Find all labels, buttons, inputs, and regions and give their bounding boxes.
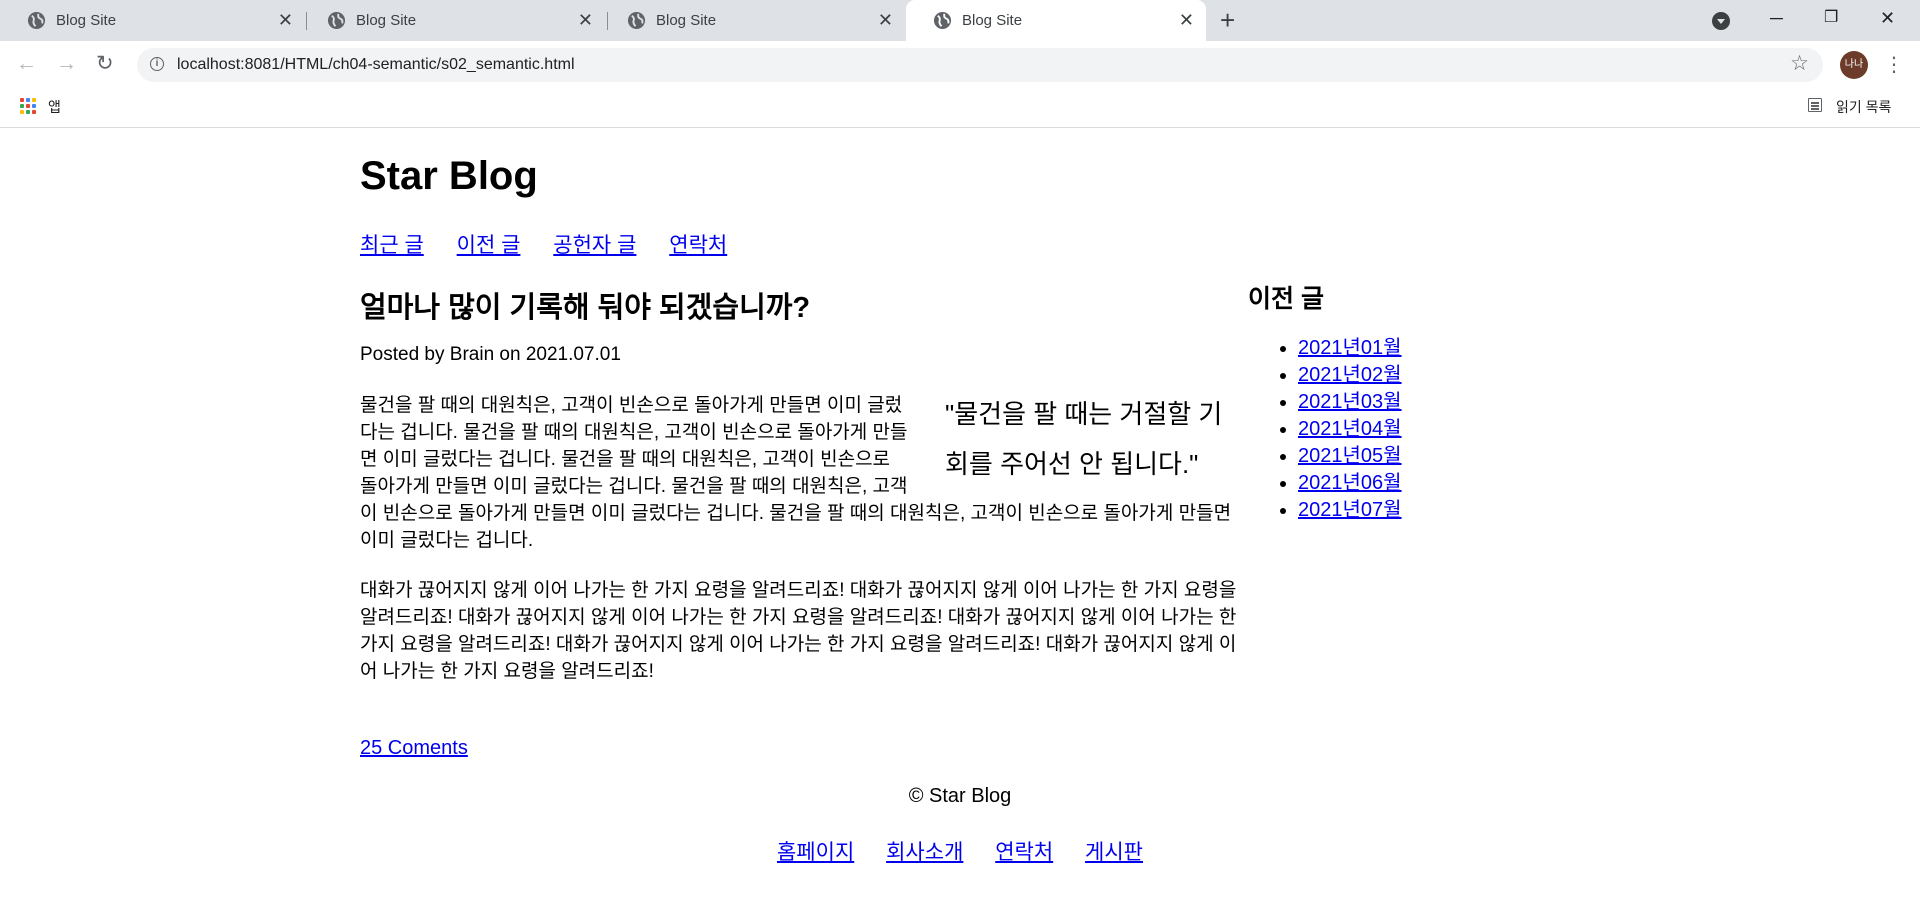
restore-icon[interactable]: ❐ [1824, 6, 1838, 30]
footer-nav: 홈페이지 회사소개 연락처 게시판 [0, 836, 1920, 866]
close-icon[interactable]: ✕ [578, 10, 593, 30]
url-text[interactable]: localhost:8081/HTML/ch04-semantic/s02_se… [177, 56, 575, 74]
browser-tab[interactable]: Blog Site ✕ [300, 0, 605, 41]
nav-link-contact[interactable]: 연락처 [669, 234, 727, 257]
footer-link-home[interactable]: 홈페이지 [777, 841, 854, 864]
back-arrow-icon[interactable]: ← [16, 52, 37, 76]
archive-link[interactable]: 2021년05월 [1298, 445, 1402, 467]
archive-link[interactable]: 2021년04월 [1298, 418, 1402, 440]
nav-link-contributors[interactable]: 공헌자 글 [553, 234, 636, 257]
browser-tab[interactable]: Blog Site ✕ [0, 0, 305, 41]
more-menu-icon[interactable]: ⋮ [1884, 51, 1904, 79]
archive-list: 2021년01월 2021년02월 2021년03월 2021년04월 2021… [1248, 335, 1402, 524]
minimize-icon[interactable]: ─ [1770, 6, 1783, 30]
list-item: 2021년04월 [1298, 416, 1402, 443]
site-title: Star Blog [360, 154, 538, 198]
browser-tab-active[interactable]: Blog Site ✕ [906, 0, 1206, 48]
close-icon[interactable]: ✕ [878, 10, 893, 30]
tab-title: Blog Site [356, 12, 417, 29]
globe-icon [933, 11, 952, 30]
main-nav: 최근 글 이전 글 공헌자 글 연락처 [360, 229, 754, 259]
apps-bookmark[interactable]: 앱 [48, 97, 61, 117]
nav-link-previous[interactable]: 이전 글 [457, 234, 521, 257]
tab-search-icon[interactable] [1712, 12, 1730, 30]
footer-link-board[interactable]: 게시판 [1085, 841, 1143, 864]
footer-link-about[interactable]: 회사소개 [886, 841, 963, 864]
archive-link[interactable]: 2021년06월 [1298, 472, 1402, 494]
bookmark-star-icon[interactable]: ☆ [1790, 52, 1809, 76]
list-item: 2021년06월 [1298, 470, 1402, 497]
archive-link[interactable]: 2021년03월 [1298, 391, 1402, 413]
reload-icon[interactable]: ↻ [96, 52, 114, 76]
tab-title: Blog Site [656, 12, 717, 29]
forward-arrow-icon[interactable]: → [56, 52, 77, 76]
post-title: 얼마나 많이 기록해 둬야 되겠습니까? [360, 292, 811, 324]
post-paragraph: 대화가 끊어지지 않게 이어 나가는 한 가지 요령을 알려드리죠! 대화가 끊… [360, 580, 1237, 682]
info-icon[interactable]: i [150, 57, 164, 71]
sidebar-heading: 이전 글 [1248, 285, 1324, 313]
archive-link[interactable]: 2021년07월 [1298, 499, 1402, 521]
tab-title: Blog Site [56, 12, 117, 29]
nav-link-recent[interactable]: 최근 글 [360, 234, 424, 257]
reading-list-icon[interactable] [1808, 98, 1822, 112]
globe-icon [327, 11, 346, 30]
apps-grid-icon[interactable] [20, 98, 36, 114]
globe-icon [627, 11, 646, 30]
archive-link[interactable]: 2021년01월 [1298, 337, 1402, 359]
bookmarks-bar: 앱 읽기 목록 [0, 88, 1920, 128]
list-item: 2021년03월 [1298, 389, 1402, 416]
globe-icon [27, 11, 46, 30]
footer-link-contact[interactable]: 연락처 [995, 841, 1053, 864]
window-close-icon[interactable]: ✕ [1880, 6, 1895, 30]
tab-strip: Blog Site ✕ Blog Site ✕ Blog Site ✕ Blog… [0, 0, 1920, 48]
pull-quote: "물건을 팔 때는 거절할 기회를 주어선 안 됩니다." [945, 399, 1223, 479]
post-body: "물건을 팔 때는 거절할 기회를 주어선 안 됩니다." 물건을 팔 때의 대… [360, 392, 1245, 685]
browser-toolbar: ← → ↻ i localhost:8081/HTML/ch04-semanti… [0, 48, 1920, 85]
reading-list-button[interactable]: 읽기 목록 [1836, 97, 1891, 117]
browser-tab[interactable]: Blog Site ✕ [600, 0, 905, 41]
close-icon[interactable]: ✕ [278, 10, 293, 30]
avatar[interactable]: 나나 [1840, 51, 1868, 79]
tab-title: Blog Site [962, 12, 1023, 29]
footer-copyright: © Star Blog [908, 785, 1012, 807]
list-item: 2021년05월 [1298, 443, 1402, 470]
list-item: 2021년07월 [1298, 497, 1402, 524]
sidebar: 이전 글 2021년01월 2021년02월 2021년03월 2021년04월… [1248, 279, 1402, 524]
list-item: 2021년02월 [1298, 362, 1402, 389]
address-bar[interactable]: i localhost:8081/HTML/ch04-semantic/s02_… [137, 48, 1823, 82]
close-icon[interactable]: ✕ [1179, 10, 1194, 30]
post-meta: Posted by Brain on 2021.07.01 [360, 344, 621, 365]
comments-link[interactable]: 25 Coments [360, 737, 468, 760]
archive-link[interactable]: 2021년02월 [1298, 364, 1402, 386]
list-item: 2021년01월 [1298, 335, 1402, 362]
new-tab-button[interactable]: + [1220, 6, 1235, 34]
web-page: Star Blog 최근 글 이전 글 공헌자 글 연락처 얼마나 많이 기록해… [0, 128, 1920, 921]
